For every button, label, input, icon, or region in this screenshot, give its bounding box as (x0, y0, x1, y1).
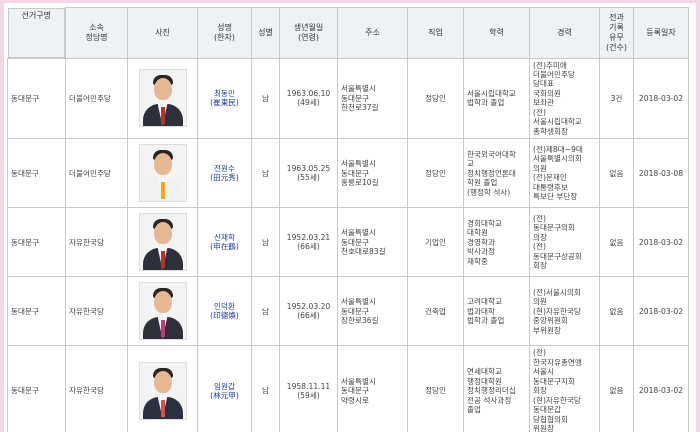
job-cell: 기업인 (407, 207, 464, 278)
header-birth: 생년월일 (연령) (279, 7, 338, 59)
party-cell: 자유한국당 (65, 276, 128, 347)
header-registration-date: 등록일자 (633, 7, 689, 59)
name-cell: 임원갑 (林元甲) (197, 345, 252, 432)
candidate-name-hanja[interactable]: (申在鶴) (201, 242, 248, 251)
table-row: 동대문구 더불어민주당 전원수 (田元秀) 남 1963.05.25 (55세)… (7, 138, 689, 209)
header-gender: 성별 (251, 7, 280, 59)
registration-date-cell: 2018-03-08 (633, 138, 689, 209)
candidate-name-hanja[interactable]: (崔東民) (201, 98, 248, 107)
candidate-table: 선거구명 소속 정당명 사진 성명 (한자) 성별 생년월일 (연령) 주소 직… (7, 7, 689, 432)
career-cell: (전)추미애 더불어민주당 당대표 국회의원 보좌관 (전) 서울시립대학교 총… (529, 57, 600, 140)
name-cell: 인덕환 (印德煥) (197, 276, 252, 347)
candidate-photo (138, 362, 187, 421)
table-header-row: 선거구명 소속 정당명 사진 성명 (한자) 성별 생년월일 (연령) 주소 직… (7, 7, 689, 59)
candidate-photo (138, 282, 187, 341)
party-cell: 자유한국당 (65, 207, 128, 278)
district-cell: 동대문구 (7, 57, 66, 140)
career-cell: (전)서울시의회 의원 (현)자유한국당 중앙위원회 부위원장 (529, 276, 600, 347)
education-cell: 고려대학교 법과대학 법학과 졸업 (463, 276, 530, 347)
career-cell: (전)제8대~9대 서울특별시의회 의원 (전)문재인 대통령후보 특보단 부단… (529, 138, 600, 209)
header-name: 성명 (한자) (197, 7, 252, 59)
criminal-record-cell: 없음 (599, 207, 634, 278)
photo-cell (127, 345, 198, 432)
table-row: 동대문구 자유한국당 임원갑 (林元甲) 남 1958.11.11 (59세) … (7, 345, 689, 432)
district-cell: 동대문구 (7, 138, 66, 209)
career-cell: (전) 한국자유총연맹 서울시 동대문구지회 회장 (현)자유한국당 동대문갑 … (529, 345, 600, 432)
header-education: 학력 (463, 7, 530, 59)
gender-cell: 남 (251, 207, 280, 278)
candidate-photo (138, 144, 187, 203)
criminal-record-cell: 없음 (599, 138, 634, 209)
header-photo: 사진 (127, 7, 198, 59)
name-cell: 전원수 (田元秀) (197, 138, 252, 209)
candidate-photo (138, 213, 187, 272)
birth-cell: 1952.03.20 (66세) (279, 276, 338, 347)
table-row: 동대문구 자유한국당 신재학 (申在鶴) 남 1952.03.21 (66세) … (7, 207, 689, 278)
gender-cell: 남 (251, 138, 280, 209)
district-cell: 동대문구 (7, 276, 66, 347)
address-cell: 서울특별시 동대문구 장한로36길 (337, 276, 408, 347)
address-cell: 서울특별시 동대문구 천호대로83길 (337, 207, 408, 278)
candidate-name-hanja[interactable]: (田元秀) (201, 173, 248, 182)
candidate-name[interactable]: 인덕환 (201, 302, 248, 311)
candidate-list-panel: 선거구명 소속 정당명 사진 성명 (한자) 성별 생년월일 (연령) 주소 직… (4, 3, 696, 432)
job-cell: 정당인 (407, 57, 464, 140)
registration-date-cell: 2018-03-02 (633, 57, 689, 140)
candidate-photo (138, 69, 187, 128)
criminal-record-cell: 없음 (599, 345, 634, 432)
education-cell: 한국외국어대학 교 정치행정언론대 학원 졸업 (행정학 석사) (463, 138, 530, 209)
gender-cell: 남 (251, 57, 280, 140)
registration-date-cell: 2018-03-02 (633, 276, 689, 347)
district-cell: 동대문구 (7, 207, 66, 278)
header-criminal-record: 전과 기록 유무 (건수) (599, 7, 634, 59)
photo-cell (127, 207, 198, 278)
candidate-name[interactable]: 전원수 (201, 164, 248, 173)
job-cell: 건축업 (407, 276, 464, 347)
birth-cell: 1963.05.25 (55세) (279, 138, 338, 209)
registration-date-cell: 2018-03-02 (633, 207, 689, 278)
birth-cell: 1952.03.21 (66세) (279, 207, 338, 278)
candidate-name-hanja[interactable]: (印德煥) (201, 311, 248, 320)
candidate-name[interactable]: 신재학 (201, 233, 248, 242)
education-cell: 연세대학교 행정대학원 정치행정리더십 전공 석사과정 졸업 (463, 345, 530, 432)
header-district: 선거구명 (7, 7, 65, 58)
job-cell: 정당인 (407, 138, 464, 209)
name-cell: 최동민 (崔東民) (197, 57, 252, 140)
gender-cell: 남 (251, 345, 280, 432)
district-cell: 동대문구 (7, 345, 66, 432)
address-cell: 서울특별시 동대문구 홍릉로10길 (337, 138, 408, 209)
header-job: 직업 (407, 7, 464, 59)
table-row: 동대문구 더불어민주당 최동민 (崔東民) 남 1963.06.10 (49세)… (7, 57, 689, 140)
education-cell: 경희대학교 대학원 경영학과 박사과정 재학중 (463, 207, 530, 278)
photo-cell (127, 276, 198, 347)
header-career: 경력 (529, 7, 600, 59)
party-cell: 더불어민주당 (65, 57, 128, 140)
job-cell: 정당인 (407, 345, 464, 432)
name-cell: 신재학 (申在鶴) (197, 207, 252, 278)
birth-cell: 1963.06.10 (49세) (279, 57, 338, 140)
gender-cell: 남 (251, 276, 280, 347)
candidate-name-hanja[interactable]: (林元甲) (201, 391, 248, 400)
table-row: 동대문구 자유한국당 인덕환 (印德煥) 남 1952.03.20 (66세) … (7, 276, 689, 347)
address-cell: 서울특별시 동대문구 한천로37길 (337, 57, 408, 140)
party-cell: 더불어민주당 (65, 138, 128, 209)
photo-cell (127, 57, 198, 140)
address-cell: 서울특별시 동대문구 약령시로 (337, 345, 408, 432)
header-party: 소속 정당명 (65, 7, 128, 59)
candidate-name[interactable]: 최동민 (201, 89, 248, 98)
career-cell: (전) 동대문구의회 의장 (전) 동대문구상공회 회장 (529, 207, 600, 278)
registration-date-cell: 2018-03-02 (633, 345, 689, 432)
header-address: 주소 (337, 7, 408, 59)
criminal-record-cell: 없음 (599, 276, 634, 347)
photo-cell (127, 138, 198, 209)
criminal-record-cell: 3건 (599, 57, 634, 140)
birth-cell: 1958.11.11 (59세) (279, 345, 338, 432)
education-cell: 서울시립대학교 법학과 졸업 (463, 57, 530, 140)
party-cell: 자유한국당 (65, 345, 128, 432)
candidate-name[interactable]: 임원갑 (201, 382, 248, 391)
